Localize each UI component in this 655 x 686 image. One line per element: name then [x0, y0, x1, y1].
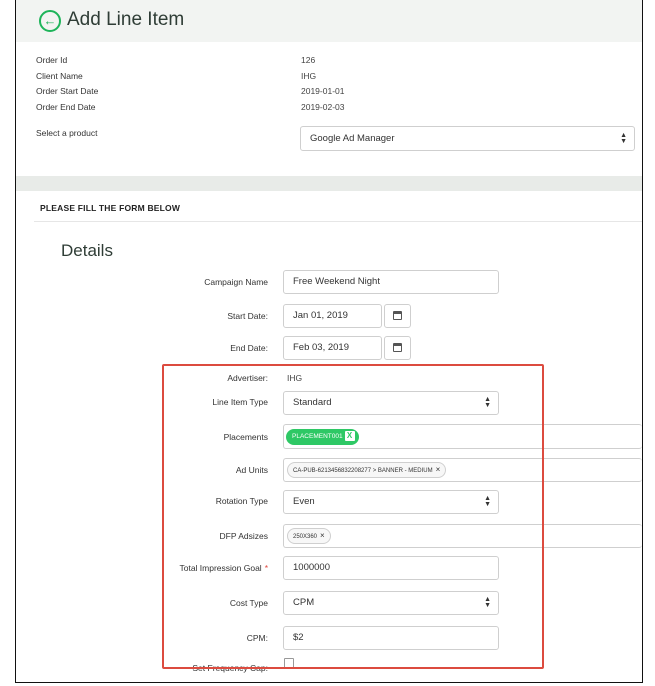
cost-type-value: CPM	[293, 597, 315, 608]
start-date-label: Start Date:	[227, 311, 268, 321]
section-separator-band	[16, 176, 642, 191]
start-date-input[interactable]: Jan 01, 2019	[283, 304, 382, 328]
select-arrows-icon: ▲ ▼	[484, 495, 491, 508]
dfp-adsizes-label: DFP Adsizes	[219, 531, 268, 541]
rotation-type-label: Rotation Type	[215, 496, 268, 506]
end-date-value: Feb 03, 2019	[293, 342, 349, 353]
set-frequency-cap-checkbox[interactable]	[284, 658, 294, 668]
placements-label: Placements	[223, 432, 268, 442]
arrow-left-circle-icon[interactable]: ←	[39, 10, 61, 32]
rotation-type-select[interactable]: Even ▲ ▼	[283, 490, 499, 514]
ad-unit-tag-label: CA-PUB-6213456832208277 > BANNER - MEDIU…	[293, 468, 433, 474]
placement-tag: PLACEMENT001 X	[286, 429, 359, 445]
placement-tag-label: PLACEMENT001	[292, 433, 343, 440]
end-date-label: End Date:	[230, 343, 268, 353]
line-item-type-select[interactable]: Standard ▲ ▼	[283, 391, 499, 415]
cost-type-label: Cost Type	[229, 598, 268, 608]
order-end-date-value: 2019-02-03	[301, 102, 345, 112]
total-impression-goal-label: Total Impression Goal *	[16, 563, 268, 573]
calendar-icon	[393, 343, 402, 352]
client-name-label: Client Name	[36, 71, 83, 81]
campaign-name-input[interactable]: Free Weekend Night	[283, 270, 499, 294]
form-heading: PLEASE FILL THE FORM BELOW	[40, 203, 181, 213]
page-title: Add Line Item	[67, 9, 185, 30]
remove-tag-icon[interactable]: ×	[320, 531, 325, 540]
total-impression-goal-text: Total Impression Goal	[179, 563, 262, 573]
required-mark: *	[264, 563, 268, 573]
campaign-name-value: Free Weekend Night	[293, 276, 380, 287]
product-select-value: Google Ad Manager	[310, 133, 395, 144]
adsize-tag: 250X360 ×	[287, 528, 331, 544]
adsize-tag-label: 250X360	[293, 534, 318, 540]
dfp-adsizes-input[interactable]	[283, 524, 642, 548]
end-date-input[interactable]: Feb 03, 2019	[283, 336, 382, 360]
set-frequency-cap-label: Set Frequency Cap:	[192, 663, 268, 673]
line-item-type-value: Standard	[293, 397, 332, 408]
advertiser-label: Advertiser:	[227, 373, 268, 383]
app-frame: ← Add Line Item Order Id 126 Client Name…	[15, 0, 643, 683]
order-start-date-label: Order Start Date	[36, 86, 99, 96]
section-title: Details	[61, 241, 113, 260]
product-select[interactable]: Google Ad Manager ▲ ▼	[300, 126, 635, 151]
cpm-input[interactable]: $2	[283, 626, 499, 650]
order-id-value: 126	[301, 55, 316, 65]
advertiser-value: IHG	[287, 373, 303, 383]
ad-unit-tag: CA-PUB-6213456832208277 > BANNER - MEDIU…	[287, 462, 447, 478]
cpm-value: $2	[293, 632, 304, 643]
cpm-label: CPM:	[246, 633, 268, 643]
remove-tag-icon[interactable]: X	[344, 431, 355, 441]
select-arrows-icon: ▲ ▼	[484, 396, 491, 409]
order-start-date-value: 2019-01-01	[301, 86, 345, 96]
ad-units-label: Ad Units	[235, 465, 268, 475]
cost-type-select[interactable]: CPM ▲ ▼	[283, 591, 499, 615]
total-impression-goal-value: 1000000	[293, 562, 330, 573]
total-impression-goal-input[interactable]: 1000000	[283, 556, 499, 580]
client-name-value: IHG	[301, 71, 317, 81]
start-date-value: Jan 01, 2019	[293, 310, 348, 321]
calendar-icon	[393, 311, 402, 320]
campaign-name-label: Campaign Name	[204, 277, 268, 287]
line-item-type-label: Line Item Type	[212, 397, 268, 407]
end-date-calendar-button[interactable]	[384, 336, 411, 360]
start-date-calendar-button[interactable]	[384, 304, 411, 328]
product-select-label: Select a product	[36, 128, 98, 138]
remove-tag-icon[interactable]: ×	[436, 465, 441, 474]
select-arrows-icon: ▲ ▼	[484, 596, 491, 609]
divider	[34, 221, 642, 222]
order-id-label: Order Id	[36, 55, 68, 65]
title-bar: ← Add Line Item	[16, 0, 642, 42]
order-end-date-label: Order End Date	[36, 102, 96, 112]
rotation-type-value: Even	[293, 496, 315, 507]
select-arrows-icon: ▲ ▼	[620, 131, 627, 145]
